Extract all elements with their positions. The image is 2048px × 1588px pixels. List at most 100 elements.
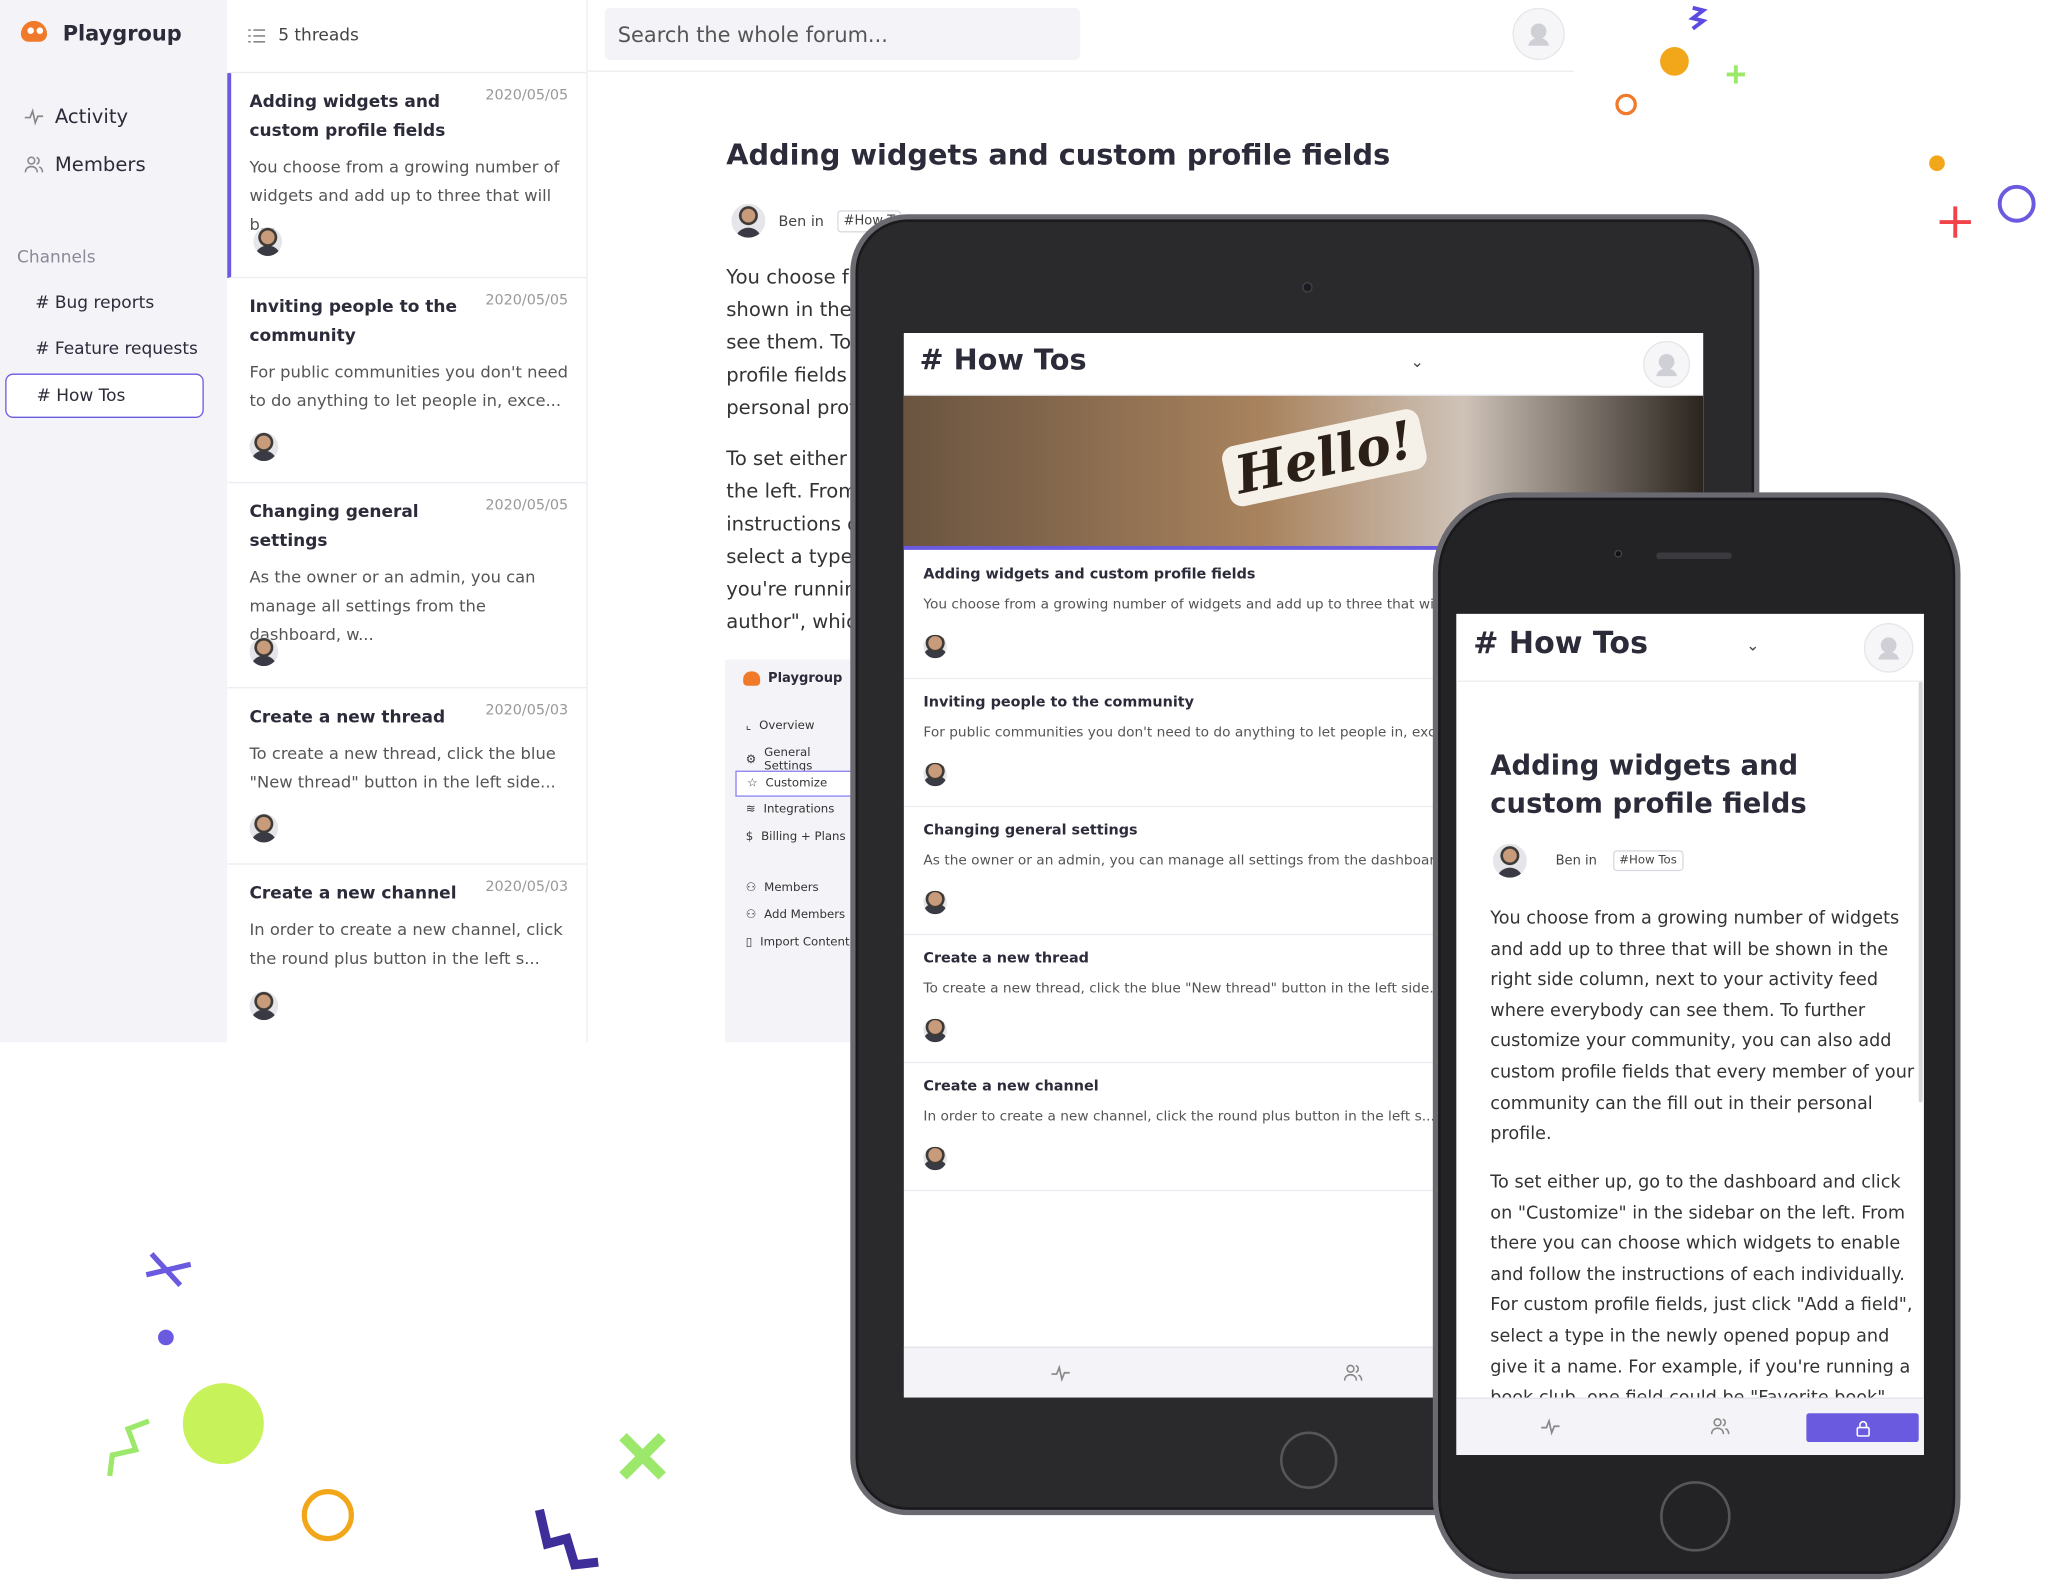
camera-icon (1302, 282, 1313, 293)
cross-shape (145, 1252, 192, 1287)
author-avatar[interactable] (923, 634, 947, 659)
post-line: For custom profile fields, just click "A… (1490, 1294, 1913, 1316)
author-prefix: Ben in (778, 212, 824, 230)
thread-title: Inviting people to the community (923, 693, 1194, 711)
post-title-line: Adding widgets and (1490, 749, 1799, 782)
nav-activity[interactable]: Activity (24, 104, 129, 128)
mini-brand-name: Playgroup (767, 671, 843, 686)
dot-shape (158, 1329, 174, 1346)
post-line: author", which (726, 609, 870, 634)
dot-shape (1929, 155, 1945, 172)
thread-excerpt: You choose from a growing number of widg… (923, 596, 1438, 613)
channel-feature-requests[interactable]: # Feature requests (5, 327, 204, 371)
thread-item[interactable]: Create a new channel 2020/05/03 In order… (227, 865, 586, 1041)
phone-device: # How Tos ⌄ Adding widgets and custom pr… (1432, 492, 1961, 1580)
thread-title: Create a new thread (923, 949, 1089, 967)
confetti-decoration-bottom (107, 1252, 666, 1570)
brand[interactable]: Playgroup (18, 18, 182, 47)
post-line: customize your community, you can also a… (1490, 1031, 1892, 1052)
post-line: you're running (726, 577, 870, 601)
lock-button[interactable] (1806, 1413, 1919, 1442)
search-input[interactable]: Search the whole forum... (604, 7, 1081, 61)
author-avatar[interactable] (923, 1018, 947, 1043)
post-line: and add up to three that will be shown i… (1490, 938, 1889, 960)
author-avatar[interactable] (923, 1146, 947, 1171)
star-icon: ☆ (747, 777, 758, 791)
mini-item-label: Integrations (763, 803, 835, 817)
mini-item-general-settings[interactable]: ⚙ General Settings (746, 747, 856, 773)
post-paragraph: To set either up, go to the dashboard an… (1490, 1168, 1912, 1415)
user-avatar[interactable] (1863, 623, 1914, 673)
thread-item[interactable]: Create a new thread 2020/05/03 To create… (227, 688, 587, 865)
chevron-down-icon[interactable]: ⌄ (1411, 353, 1424, 371)
channel-how-tos[interactable]: # How Tos (5, 373, 204, 418)
thread-title: Create a new thread (249, 707, 446, 728)
phone-home-button[interactable] (1660, 1481, 1731, 1552)
thread-date: 2020/05/03 (485, 877, 569, 895)
thread-item[interactable]: Changing general settings 2020/05/05 As … (227, 483, 587, 689)
author-avatar[interactable] (731, 203, 766, 238)
mini-item-overview[interactable]: ⌞ Overview (746, 720, 815, 733)
phone-header: # How Tos ⌄ (1456, 613, 1924, 682)
thread-excerpt: To create a new thread, click the blue "… (923, 980, 1443, 997)
activity-icon[interactable] (1050, 1362, 1071, 1383)
post-title: Adding widgets and custom profile fields (726, 139, 1391, 173)
list-item[interactable]: Changing general settings As the owner or… (923, 822, 1443, 869)
author-avatar[interactable] (249, 813, 279, 843)
chevron-down-icon[interactable]: ⌄ (1746, 636, 1759, 654)
author-avatar[interactable] (1492, 843, 1527, 878)
mini-brand: Playgroup (743, 671, 843, 686)
mini-item-add-members[interactable]: ⚇ Add Members (746, 909, 845, 922)
tablet-home-button[interactable] (1279, 1431, 1338, 1489)
author-avatar[interactable] (249, 991, 279, 1021)
post-title-line: custom profile fields (1490, 787, 1807, 819)
brand-name: Playgroup (62, 20, 182, 46)
list-item[interactable]: Adding widgets and custom profile fields… (923, 566, 1437, 613)
mini-item-import[interactable]: ▯ Import Content (746, 936, 850, 949)
thread-excerpt: For public communities you don't need to… (923, 724, 1444, 741)
nav-label: Members (54, 152, 146, 177)
mini-item-members[interactable]: ⚇ Members (746, 882, 819, 895)
author-avatar[interactable] (923, 762, 947, 787)
author-avatar[interactable] (249, 637, 279, 667)
scrollbar[interactable] (1918, 681, 1923, 1103)
mini-item-label: Members (764, 881, 819, 895)
nav-label: Activity (54, 104, 129, 128)
mini-item-billing[interactable]: $ Billing + Plans (746, 831, 846, 844)
activity-icon[interactable] (1540, 1416, 1561, 1437)
thread-title: Changing general settings (249, 502, 419, 552)
post-line: give it a name. For example, if you're r… (1490, 1356, 1911, 1378)
dollar-icon: $ (745, 830, 754, 844)
channel-tag[interactable]: #How Tos (1612, 850, 1684, 872)
mini-item-label: Overview (759, 719, 815, 733)
user-avatar[interactable] (1643, 340, 1691, 388)
thread-title: Inviting people to the community (249, 297, 458, 347)
author-avatar[interactable] (253, 227, 283, 256)
channel-bug-reports[interactable]: # Bug reports (5, 281, 204, 325)
post-line: select a type in the newly opened popup … (1490, 1325, 1890, 1347)
list-item[interactable]: Create a new thread To create a new threa… (923, 950, 1442, 997)
members-icon: ⚇ (745, 881, 757, 895)
user-avatar[interactable] (1512, 7, 1565, 61)
mini-item-integrations[interactable]: ≋ Integrations (746, 803, 835, 816)
list-item[interactable]: Inviting people to the community For publ… (923, 694, 1444, 741)
post-line: profile. (1490, 1123, 1552, 1145)
thread-title: Create a new channel (249, 884, 457, 904)
nav-members[interactable]: Members (24, 152, 146, 177)
mini-item-customize[interactable]: ☆ Customize (735, 770, 853, 797)
members-icon[interactable] (1343, 1362, 1364, 1383)
zigzag-shape (1688, 5, 1708, 31)
list-item[interactable]: Create a new channel In order to create a… (923, 1078, 1434, 1125)
author-avatar[interactable] (923, 890, 947, 915)
thread-excerpt: As the owner or an admin, you can manage… (249, 566, 536, 644)
zigzag-shape (107, 1418, 150, 1477)
post-line: there you can choose which widgets to en… (1490, 1233, 1901, 1255)
thread-item[interactable]: Inviting people to the community 2020/05… (227, 278, 587, 484)
activity-icon (24, 108, 44, 126)
thread-item[interactable]: Adding widgets and custom profile fields… (227, 73, 587, 279)
thread-title: Adding widgets and custom profile fields (249, 92, 446, 142)
author-avatar[interactable] (249, 432, 279, 462)
members-icon[interactable] (1710, 1416, 1731, 1437)
thread-date: 2020/05/05 (485, 291, 569, 309)
mini-item-label: Add Members (764, 909, 846, 923)
